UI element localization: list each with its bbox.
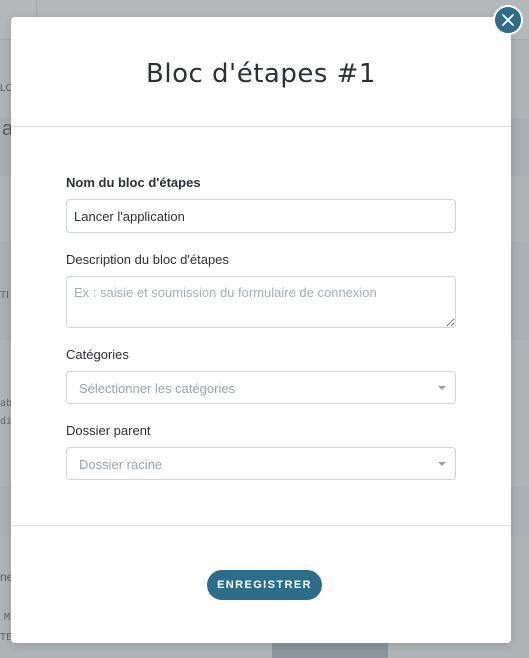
header-divider [11, 126, 511, 127]
parent-folder-select[interactable]: Dossier racine [66, 447, 456, 480]
step-block-modal: Bloc d'étapes #1 Nom du bloc d'étapes De… [11, 17, 511, 643]
parent-folder-label: Dossier parent [66, 423, 151, 438]
name-input[interactable] [66, 199, 456, 233]
parent-folder-placeholder: Dossier racine [79, 457, 163, 472]
footer-divider [11, 525, 511, 526]
categories-label: Catégories [66, 347, 129, 362]
description-label: Description du bloc d'étapes [66, 252, 229, 267]
categories-select[interactable]: Sélectionner les catégories [66, 371, 456, 404]
chevron-down-icon [438, 386, 446, 390]
name-label: Nom du bloc d'étapes [66, 175, 201, 190]
save-button[interactable]: ENREGISTRER [207, 570, 322, 600]
categories-placeholder: Sélectionner les catégories [79, 381, 236, 396]
close-button[interactable] [493, 5, 523, 35]
description-textarea[interactable] [66, 276, 456, 328]
chevron-down-icon [438, 462, 446, 466]
modal-title: Bloc d'étapes #1 [146, 59, 376, 89]
close-icon [502, 14, 514, 26]
